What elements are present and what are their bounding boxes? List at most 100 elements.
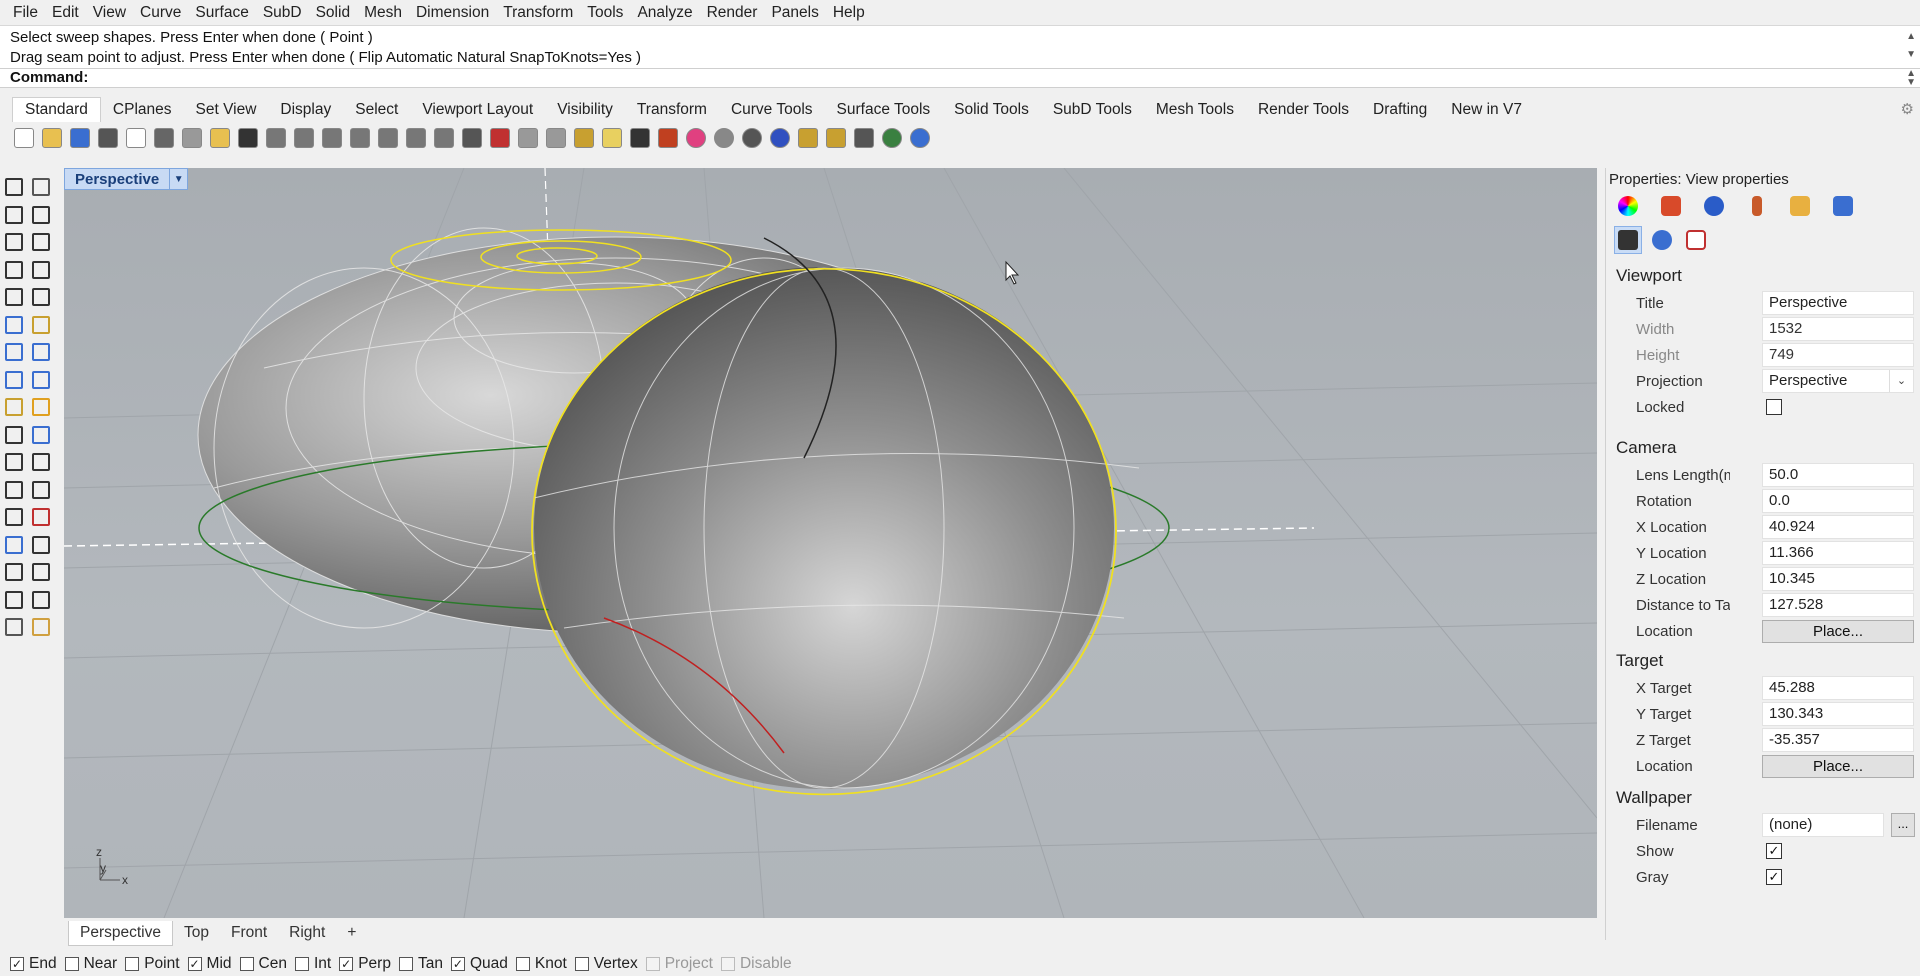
viewport-title-tab[interactable]: Perspective ▼ — [64, 168, 189, 190]
sphere-shape[interactable] — [534, 267, 1114, 789]
light-icon[interactable] — [598, 125, 625, 152]
menu-analyze[interactable]: Analyze — [630, 4, 699, 22]
y-target-field[interactable]: 130.343 — [1762, 702, 1914, 726]
sphere-blue-icon[interactable] — [766, 125, 793, 152]
help-icon[interactable] — [1829, 192, 1857, 220]
help-icon[interactable] — [906, 125, 933, 152]
print-icon[interactable] — [94, 125, 121, 152]
four-views-icon[interactable] — [458, 125, 485, 152]
tab-subd-tools[interactable]: SubD Tools — [1041, 98, 1144, 122]
paste-icon[interactable] — [206, 125, 233, 152]
osnap-checkbox[interactable] — [239, 957, 254, 971]
tab-render-tools[interactable]: Render Tools — [1246, 98, 1361, 122]
globe-icon[interactable] — [878, 125, 905, 152]
osnap-disable[interactable]: Disable — [720, 955, 792, 973]
osnap-checkbox[interactable] — [398, 957, 413, 971]
osnap-checkbox[interactable]: ✓ — [10, 957, 24, 971]
tab-visibility[interactable]: Visibility — [545, 98, 625, 122]
menu-panels[interactable]: Panels — [764, 4, 825, 22]
tab-cplanes[interactable]: CPlanes — [101, 98, 184, 122]
zoom-extents-icon[interactable] — [374, 125, 401, 152]
sphere-render-icon[interactable] — [738, 125, 765, 152]
menu-surface[interactable]: Surface — [188, 4, 255, 22]
command-line[interactable]: Command: ▲ ▼ — [0, 68, 1920, 88]
menu-curve[interactable]: Curve — [133, 4, 188, 22]
color-wheel-icon[interactable] — [1614, 192, 1642, 220]
plane-tool-icon[interactable] — [29, 368, 53, 392]
scale-tool-icon[interactable] — [2, 478, 26, 502]
car-icon[interactable] — [486, 125, 513, 152]
mirror-tool-icon[interactable] — [29, 478, 53, 502]
tab-new-in-v7[interactable]: New in V7 — [1439, 98, 1534, 122]
text-tool-icon[interactable] — [2, 588, 26, 612]
osnap-checkbox[interactable]: ✓ — [339, 957, 354, 971]
sweep-icon[interactable] — [1648, 226, 1676, 254]
rotate-tool-icon[interactable] — [29, 450, 53, 474]
frame-icon[interactable] — [1682, 226, 1710, 254]
osnap-checkbox[interactable] — [64, 957, 79, 971]
block-tool-icon[interactable] — [2, 560, 26, 584]
x-location-field[interactable]: 40.924 — [1762, 515, 1914, 539]
z-location-field[interactable]: 10.345 — [1762, 567, 1914, 591]
osnap-end[interactable]: ✓ End — [10, 955, 57, 973]
osnap-checkbox[interactable]: ✓ — [450, 957, 465, 971]
camera-icon[interactable] — [1614, 226, 1642, 254]
rotation-field[interactable]: 0.0 — [1762, 489, 1914, 513]
move-icon[interactable] — [290, 125, 317, 152]
history-scroll-icon[interactable]: ▲ ▼ — [1906, 28, 1916, 64]
tab-select[interactable]: Select — [343, 98, 410, 122]
open-icon[interactable] — [38, 125, 65, 152]
osnap-perp[interactable]: ✓ Perp — [339, 955, 391, 973]
check-tool-icon[interactable] — [29, 533, 53, 557]
perspective-viewport[interactable]: z x y Perspective ▼ — [64, 168, 1597, 918]
osnap-vertex[interactable]: Vertex — [574, 955, 638, 973]
point-tool-icon[interactable] — [29, 175, 53, 199]
material-icon[interactable] — [1657, 192, 1685, 220]
osnap-project[interactable]: Project — [645, 955, 713, 973]
ellipse-tool-icon[interactable] — [29, 230, 53, 254]
rectangle-tool-icon[interactable] — [29, 258, 53, 282]
tab-transform[interactable]: Transform — [625, 98, 719, 122]
osnap-int[interactable]: Int — [294, 955, 331, 973]
arc-tool-icon[interactable] — [2, 285, 26, 309]
copy-icon[interactable] — [178, 125, 205, 152]
osnap-near[interactable]: Near — [64, 955, 117, 973]
zoom-in-icon[interactable] — [346, 125, 373, 152]
fillet-tool-icon[interactable] — [2, 313, 26, 337]
target-place-button[interactable]: Place... — [1762, 754, 1914, 778]
command-scroll-icon[interactable]: ▲ ▼ — [1906, 69, 1916, 88]
viewtab-right[interactable]: Right — [278, 921, 336, 945]
menu-tools[interactable]: Tools — [580, 4, 630, 22]
circle-tool-icon[interactable] — [2, 230, 26, 254]
lens-field[interactable]: 50.0 — [1762, 463, 1914, 487]
extrude-tool-icon[interactable] — [2, 395, 26, 419]
menu-edit[interactable]: Edit — [45, 4, 86, 22]
menu-subd[interactable]: SubD — [256, 4, 309, 22]
scale-icon[interactable] — [570, 125, 597, 152]
color-icon[interactable] — [682, 125, 709, 152]
menu-render[interactable]: Render — [700, 4, 765, 22]
osnap-quad[interactable]: ✓ Quad — [450, 955, 508, 973]
lock-icon[interactable] — [626, 125, 653, 152]
osnap-checkbox[interactable] — [574, 957, 589, 971]
menu-view[interactable]: View — [86, 4, 133, 22]
x-target-field[interactable]: 45.288 — [1762, 676, 1914, 700]
viewtab-front[interactable]: Front — [220, 921, 278, 945]
osnap-cen[interactable]: Cen — [239, 955, 287, 973]
filename-field[interactable]: (none) — [1762, 813, 1884, 837]
pan-icon[interactable] — [262, 125, 289, 152]
viewport-menu-arrow-icon[interactable]: ▼ — [169, 169, 187, 189]
pen-icon[interactable] — [794, 125, 821, 152]
menu-solid[interactable]: Solid — [309, 4, 357, 22]
rotate-view-icon[interactable] — [430, 125, 457, 152]
pulse-icon[interactable] — [542, 125, 569, 152]
tab-standard[interactable]: Standard — [12, 97, 101, 122]
polygon-tool-icon[interactable] — [2, 258, 26, 282]
freeform-tool-icon[interactable] — [29, 285, 53, 309]
tab-surface-tools[interactable]: Surface Tools — [825, 98, 943, 122]
sweep-tool-icon[interactable] — [29, 395, 53, 419]
save-icon[interactable] — [66, 125, 93, 152]
title-field[interactable]: Perspective — [1762, 291, 1914, 315]
distance-field[interactable]: 127.528 — [1762, 593, 1914, 617]
gray-checkbox[interactable]: ✓ — [1766, 869, 1782, 885]
